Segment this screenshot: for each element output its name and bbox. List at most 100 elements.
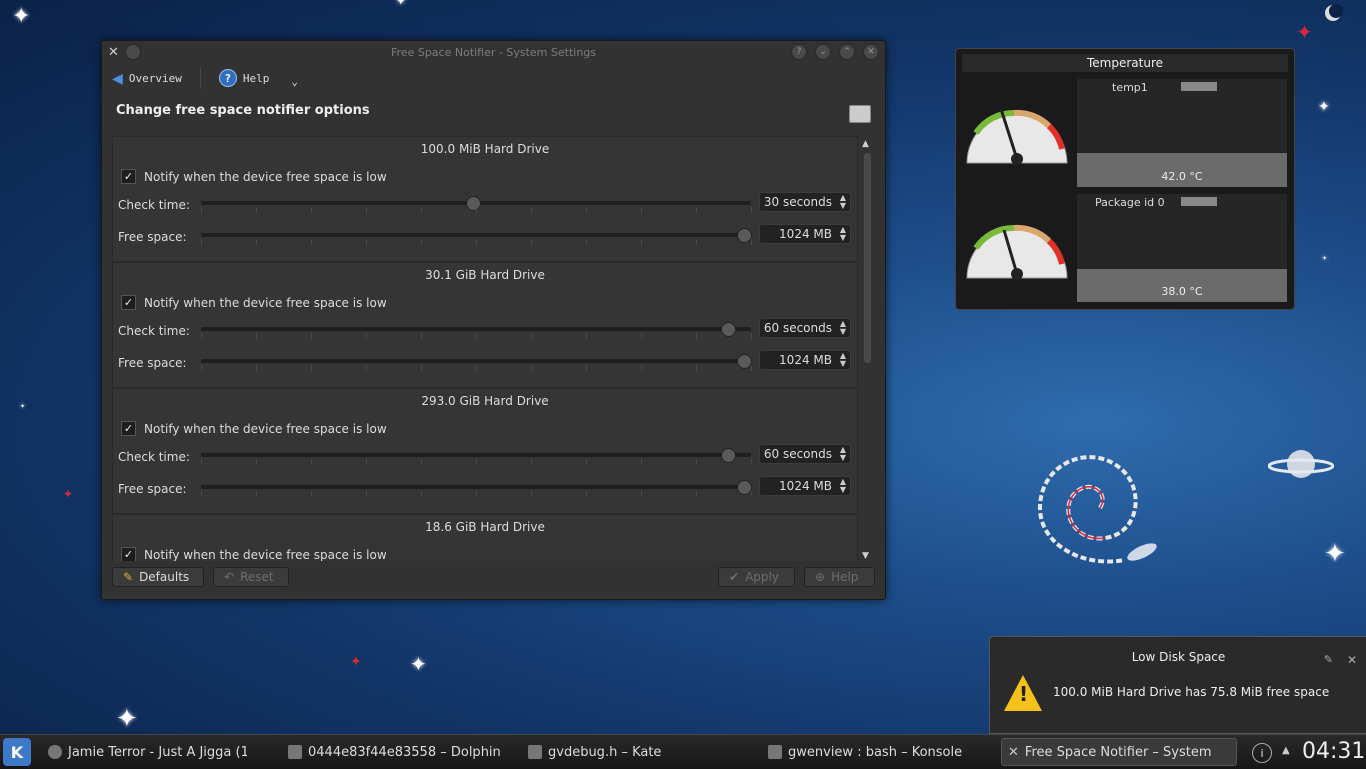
slider-tick: [476, 491, 477, 497]
scroll-up-icon[interactable]: ▲: [862, 139, 869, 149]
free-space-slider[interactable]: [201, 354, 752, 371]
sensor-legend-swatch: [1181, 82, 1217, 91]
terminal-icon: [768, 745, 782, 759]
close-icon[interactable]: ✕: [1347, 653, 1357, 667]
check-time-slider[interactable]: [201, 448, 752, 465]
slider-tick: [421, 239, 422, 245]
back-arrow-icon: ◀: [112, 67, 123, 89]
slider-tick: [421, 459, 422, 465]
check-time-spinbox[interactable]: 30 seconds ▲ ▼: [759, 192, 851, 212]
vertical-scrollbar[interactable]: ▲ ▼: [862, 139, 874, 561]
defaults-button[interactable]: ✎ Defaults: [112, 567, 204, 587]
slider-tick: [586, 365, 587, 371]
spin-arrows-icon[interactable]: ▲ ▼: [840, 446, 846, 462]
free-space-spinbox[interactable]: 1024 MB ▲ ▼: [759, 476, 851, 496]
check-time-slider[interactable]: [201, 196, 752, 213]
spin-arrows-icon[interactable]: ▲ ▼: [840, 352, 846, 368]
check-time-spinbox[interactable]: 60 seconds ▲ ▼: [759, 318, 851, 338]
slider-tick: [641, 491, 642, 497]
slider-tick: [586, 207, 587, 213]
drive-group: 100.0 MiB Hard Drive ✓ Notify when the d…: [112, 136, 858, 262]
slider-handle[interactable]: [720, 322, 736, 337]
kde-menu-button[interactable]: K: [3, 738, 31, 766]
scroll-down-icon[interactable]: ▼: [862, 551, 869, 561]
slider-tick: [696, 207, 697, 213]
spin-arrows-icon[interactable]: ▲ ▼: [840, 320, 846, 336]
slider-tick: [641, 365, 642, 371]
window-titlebar[interactable]: ✕ Free Space Notifier - System Settings …: [102, 41, 885, 63]
slider-tick: [696, 239, 697, 245]
apply-button[interactable]: ✔ Apply: [718, 567, 795, 587]
slider-tick: [476, 459, 477, 465]
reset-button[interactable]: ↶ Reset: [213, 567, 289, 587]
task-item-active[interactable]: ✕ Free Space Notifier – System: [1001, 738, 1237, 766]
task-item[interactable]: gvdebug.h – Kate: [522, 738, 754, 766]
help-menu-button[interactable]: ? Help ⌄: [218, 69, 298, 88]
slider-tick: [586, 491, 587, 497]
settings-window: ✕ Free Space Notifier - System Settings …: [101, 40, 886, 600]
slider-tick: [366, 459, 367, 465]
task-item[interactable]: 0444e83f44e83558 – Dolphin: [282, 738, 514, 766]
spin-arrows-icon[interactable]: ▲ ▼: [840, 226, 846, 242]
low-disk-notification[interactable]: Low Disk Space ✎ ✕ ! 100.0 MiB Hard Driv…: [989, 636, 1366, 734]
info-icon[interactable]: i: [1252, 743, 1272, 763]
notify-checkbox-row[interactable]: ✓ Notify when the device free space is l…: [121, 169, 387, 184]
slider-handle[interactable]: [737, 354, 752, 369]
check-time-spinbox[interactable]: 60 seconds ▲ ▼: [759, 444, 851, 464]
slider-tick: [696, 365, 697, 371]
notify-checkbox[interactable]: ✓: [121, 295, 136, 310]
slider-tick: [201, 207, 202, 213]
tools-icon[interactable]: ✕: [108, 45, 119, 60]
slider-tick: [311, 207, 312, 213]
toolbar: ◀ Overview ? Help ⌄: [102, 63, 885, 93]
task-label: gvdebug.h – Kate: [548, 744, 662, 760]
drive-group: 18.6 GiB Hard Drive ✓ Notify when the de…: [112, 514, 858, 561]
maximize-button[interactable]: ⌃: [839, 44, 855, 60]
check-time-value: 60 seconds: [763, 447, 832, 461]
task-item[interactable]: gwenview : bash – Konsole: [762, 738, 994, 766]
scrollbar-thumb[interactable]: [864, 153, 871, 363]
spin-arrows-icon[interactable]: ▲ ▼: [840, 194, 846, 210]
slider-tick: [201, 459, 202, 465]
spin-arrows-icon[interactable]: ▲ ▼: [840, 478, 846, 494]
sensor-name: temp1: [1112, 81, 1148, 94]
slider-tick: [641, 239, 642, 245]
free-space-slider[interactable]: [201, 480, 752, 497]
free-space-slider[interactable]: [201, 228, 752, 245]
notify-label: Notify when the device free space is low: [144, 169, 387, 184]
temperature-gauge: [966, 224, 1068, 280]
slider-handle[interactable]: [737, 480, 752, 495]
notify-checkbox-row[interactable]: ✓ Notify when the device free space is l…: [121, 421, 387, 436]
notify-checkbox-row[interactable]: ✓ Notify when the device free space is l…: [121, 295, 387, 310]
notify-checkbox[interactable]: ✓: [121, 169, 136, 184]
slider-tick: [696, 333, 697, 339]
context-help-button[interactable]: ?: [791, 44, 807, 60]
free-space-spinbox[interactable]: 1024 MB ▲ ▼: [759, 350, 851, 370]
notify-checkbox-row[interactable]: ✓ Notify when the device free space is l…: [121, 547, 387, 561]
check-time-slider[interactable]: [201, 322, 752, 339]
star-decoration: ✦: [410, 652, 427, 676]
clock[interactable]: 04:31: [1302, 739, 1365, 764]
check-time-value: 30 seconds: [763, 195, 832, 209]
free-space-spinbox[interactable]: 1024 MB ▲ ▼: [759, 224, 851, 244]
slider-handle[interactable]: [720, 448, 736, 463]
pin-icon[interactable]: ✎: [1324, 653, 1333, 666]
minimize-button[interactable]: ⌄: [815, 44, 831, 60]
notify-checkbox[interactable]: ✓: [121, 547, 136, 561]
slider-tick: [421, 333, 422, 339]
task-item[interactable]: Jamie Terror - Just A Jigga (19: [42, 738, 247, 766]
slider-tick: [311, 333, 312, 339]
tools-icon: ✕: [1008, 744, 1019, 760]
help-button[interactable]: ⊕ Help: [804, 567, 875, 587]
slider-tick: [751, 491, 752, 497]
slider-tick: [256, 491, 257, 497]
overview-button[interactable]: ◀ Overview: [112, 68, 182, 89]
slider-tick: [201, 365, 202, 371]
close-button[interactable]: ✕: [863, 44, 879, 60]
notify-checkbox[interactable]: ✓: [121, 421, 136, 436]
tray-expand-icon[interactable]: ▲: [1282, 745, 1290, 756]
slider-handle[interactable]: [737, 228, 752, 243]
window-menu-button[interactable]: [124, 44, 141, 60]
slider-tick: [201, 491, 202, 497]
slider-handle[interactable]: [466, 196, 481, 211]
